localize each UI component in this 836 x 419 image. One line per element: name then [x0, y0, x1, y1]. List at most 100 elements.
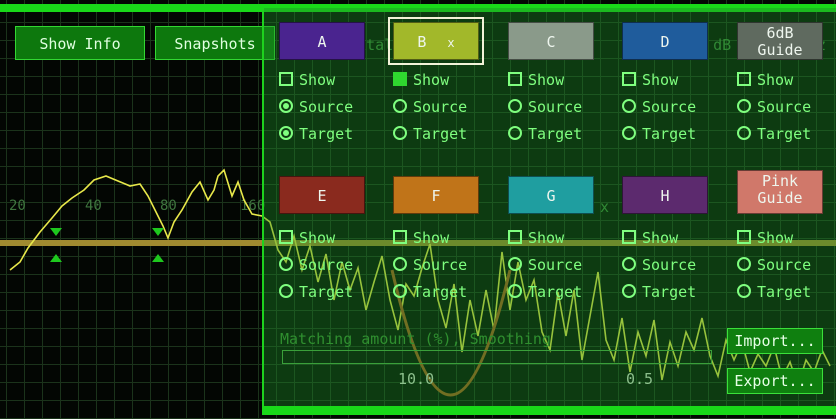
pink-guide-source-option[interactable]: Source [737, 255, 811, 275]
6db-guide-label-line2: Guide [757, 41, 803, 59]
radio-icon[interactable] [622, 126, 636, 140]
radio-icon[interactable] [393, 99, 407, 113]
snapshot-h-button[interactable]: H [622, 176, 708, 214]
a-show-option[interactable]: Show [279, 70, 335, 90]
radio-icon[interactable] [508, 126, 522, 140]
c-show-option[interactable]: Show [508, 70, 564, 90]
snapshot-b-sublabel: x [447, 36, 455, 50]
radio-icon[interactable] [737, 126, 751, 140]
snapshot-b-label: B [417, 33, 427, 51]
radio-icon[interactable] [279, 284, 293, 298]
h-source-option[interactable]: Source [622, 255, 696, 275]
pink-guide-button[interactable]: Pink Guide [737, 170, 823, 214]
g-target-option[interactable]: Target [508, 282, 582, 302]
snapshot-c-button[interactable]: C [508, 22, 594, 60]
snapshot-d-button[interactable]: D [622, 22, 708, 60]
radio-icon[interactable] [393, 126, 407, 140]
marker-triangle-down-2[interactable] [152, 228, 164, 236]
radio-icon[interactable] [393, 284, 407, 298]
h-show-option[interactable]: Show [622, 228, 678, 248]
checkbox-icon[interactable] [737, 72, 751, 86]
pink-guide-target-option[interactable]: Target [737, 282, 811, 302]
f-show-option[interactable]: Show [393, 228, 449, 248]
radio-icon[interactable] [737, 99, 751, 113]
checkbox-icon[interactable] [393, 72, 407, 86]
radio-icon[interactable] [737, 257, 751, 271]
checkbox-icon[interactable] [508, 72, 522, 86]
c-source-label: Source [528, 98, 583, 116]
pink-guide-label-line1: Pink [761, 172, 799, 190]
h-target-label: Target [642, 283, 697, 301]
radio-icon[interactable] [622, 257, 636, 271]
e-show-label: Show [299, 229, 336, 247]
g-show-option[interactable]: Show [508, 228, 564, 248]
radio-icon[interactable] [508, 99, 522, 113]
checkbox-icon[interactable] [279, 230, 293, 244]
checkbox-icon[interactable] [622, 72, 636, 86]
snapshot-b-button[interactable]: B x [388, 17, 484, 65]
d-target-label: Target [642, 125, 697, 143]
6db-guide-label-line1: 6dB [766, 24, 794, 42]
import-button[interactable]: Import... [727, 328, 823, 354]
c-target-option[interactable]: Target [508, 124, 582, 144]
eq-window: Show Info Snapshots Digital 20.0 dB Hz 2… [0, 0, 836, 419]
export-button[interactable]: Export... [727, 368, 823, 394]
pink-guide-source-label: Source [757, 256, 812, 274]
b-show-option[interactable]: Show [393, 70, 449, 90]
radio-icon[interactable] [508, 257, 522, 271]
c-source-option[interactable]: Source [508, 97, 582, 117]
e-show-option[interactable]: Show [279, 228, 335, 248]
radio-icon[interactable] [737, 284, 751, 298]
d-source-label: Source [642, 98, 697, 116]
marker-triangle-down-1[interactable] [50, 228, 62, 236]
d-source-option[interactable]: Source [622, 97, 696, 117]
radio-icon[interactable] [279, 99, 293, 113]
radio-icon[interactable] [622, 99, 636, 113]
b-target-option[interactable]: Target [393, 124, 467, 144]
6db-guide-target-option[interactable]: Target [737, 124, 811, 144]
f-target-option[interactable]: Target [393, 282, 467, 302]
pink-guide-target-label: Target [757, 283, 812, 301]
checkbox-icon[interactable] [508, 230, 522, 244]
pink-guide-show-label: Show [757, 229, 794, 247]
radio-icon[interactable] [279, 257, 293, 271]
a-target-option[interactable]: Target [279, 124, 353, 144]
a-source-option[interactable]: Source [279, 97, 353, 117]
matching-slider[interactable] [282, 350, 712, 364]
a-target-label: Target [299, 125, 354, 143]
c-show-label: Show [528, 71, 565, 89]
6db-guide-button[interactable]: 6dB Guide [737, 22, 823, 60]
f-target-label: Target [413, 283, 468, 301]
6db-guide-show-option[interactable]: Show [737, 70, 793, 90]
d-target-option[interactable]: Target [622, 124, 696, 144]
a-source-label: Source [299, 98, 354, 116]
b-show-label: Show [413, 71, 450, 89]
e-target-option[interactable]: Target [279, 282, 353, 302]
e-target-label: Target [299, 283, 354, 301]
marker-triangle-up-2[interactable] [152, 254, 164, 262]
snapshot-a-button[interactable]: A [279, 22, 365, 60]
pink-guide-show-option[interactable]: Show [737, 228, 793, 248]
h-target-option[interactable]: Target [622, 282, 696, 302]
bottom-accent-bar [262, 406, 836, 415]
marker-triangle-up-1[interactable] [50, 254, 62, 262]
snapshot-f-button[interactable]: F [393, 176, 479, 214]
f-source-option[interactable]: Source [393, 255, 467, 275]
g-target-label: Target [528, 283, 583, 301]
radio-icon[interactable] [622, 284, 636, 298]
g-source-option[interactable]: Source [508, 255, 582, 275]
checkbox-icon[interactable] [622, 230, 636, 244]
checkbox-icon[interactable] [737, 230, 751, 244]
snapshot-e-button[interactable]: E [279, 176, 365, 214]
d-show-option[interactable]: Show [622, 70, 678, 90]
radio-icon[interactable] [279, 126, 293, 140]
radio-icon[interactable] [393, 257, 407, 271]
checkbox-icon[interactable] [279, 72, 293, 86]
radio-icon[interactable] [508, 284, 522, 298]
snapshot-g-button[interactable]: G [508, 176, 594, 214]
b-source-option[interactable]: Source [393, 97, 467, 117]
6db-guide-source-option[interactable]: Source [737, 97, 811, 117]
e-source-option[interactable]: Source [279, 255, 353, 275]
matching-value-left: 10.0 [398, 370, 435, 388]
checkbox-icon[interactable] [393, 230, 407, 244]
